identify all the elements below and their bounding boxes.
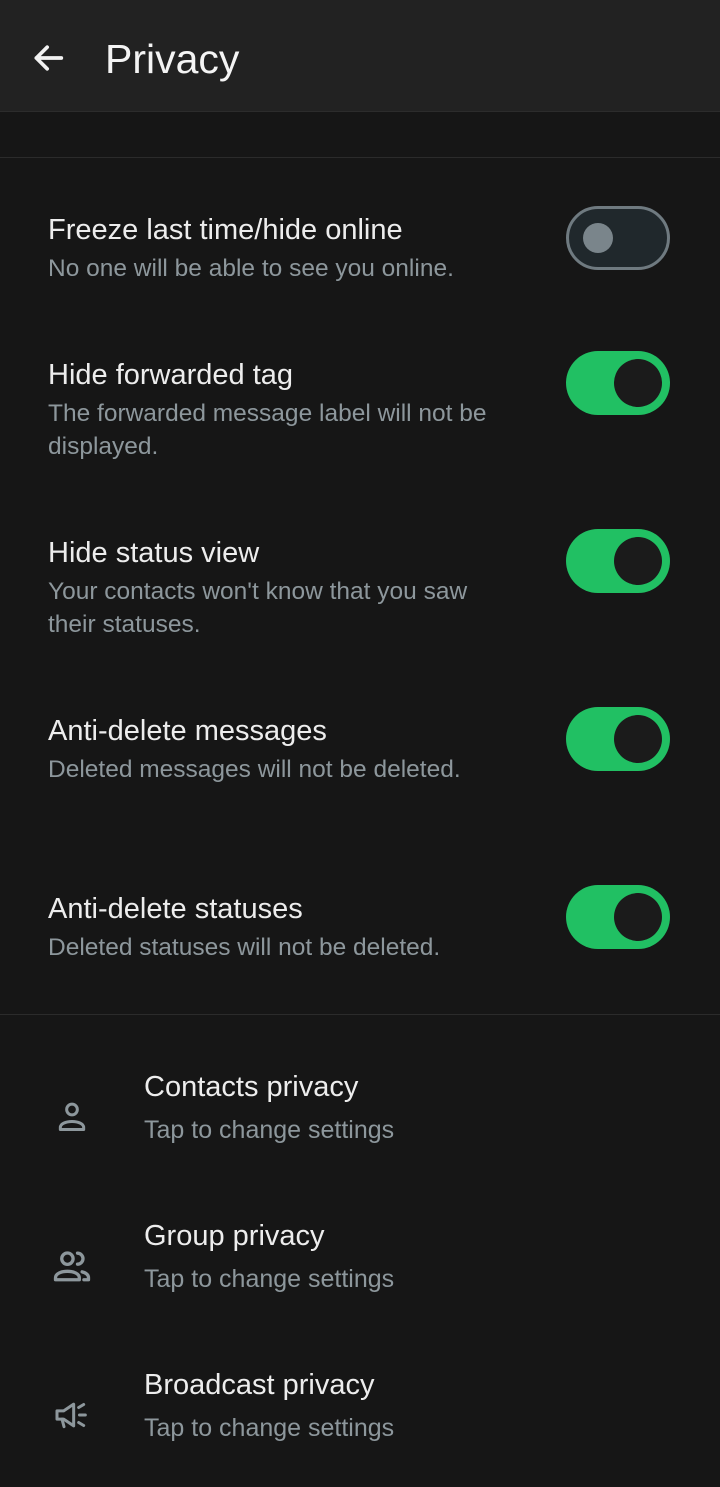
setting-title: Freeze last time/hide online bbox=[48, 214, 403, 246]
anti-delete-messages-toggle[interactable] bbox=[566, 707, 670, 771]
setting-description: Your contacts won't know that you saw th… bbox=[48, 578, 468, 638]
hide-forwarded-tag-toggle[interactable] bbox=[566, 351, 670, 415]
item-subtitle: Tap to change settings bbox=[144, 1414, 395, 1442]
back-button[interactable] bbox=[14, 24, 82, 92]
page-title: Privacy bbox=[105, 36, 240, 82]
group-icon bbox=[48, 1242, 96, 1290]
setting-description: Deleted messages will not be deleted. bbox=[48, 756, 461, 783]
setting-title: Anti-delete messages bbox=[48, 715, 327, 747]
freeze-last-seen-toggle[interactable] bbox=[566, 206, 670, 270]
setting-hide-forwarded-tag[interactable]: Hide forwarded tag The forwarded message… bbox=[0, 351, 720, 487]
toggle-knob bbox=[614, 715, 662, 763]
toggle-knob bbox=[583, 223, 613, 253]
person-icon bbox=[48, 1093, 96, 1141]
setting-freeze-last-seen[interactable]: Freeze last time/hide online No one will… bbox=[0, 206, 720, 312]
item-title: Contacts privacy bbox=[144, 1071, 359, 1103]
setting-description: Deleted statuses will not be deleted. bbox=[48, 934, 441, 961]
toggle-knob bbox=[614, 893, 662, 941]
item-title: Broadcast privacy bbox=[144, 1369, 375, 1401]
broadcast-privacy-item[interactable]: Broadcast privacy Tap to change settings bbox=[0, 1367, 720, 1487]
setting-hide-status-view[interactable]: Hide status view Your contacts won't kno… bbox=[0, 529, 720, 665]
item-subtitle: Tap to change settings bbox=[144, 1265, 395, 1293]
anti-delete-statuses-toggle[interactable] bbox=[566, 885, 670, 949]
item-subtitle: Tap to change settings bbox=[144, 1116, 395, 1144]
setting-anti-delete-messages[interactable]: Anti-delete messages Deleted messages wi… bbox=[0, 707, 720, 843]
section-divider bbox=[0, 157, 720, 158]
megaphone-icon bbox=[48, 1391, 96, 1439]
setting-title: Hide forwarded tag bbox=[48, 359, 294, 391]
toggle-knob bbox=[614, 537, 662, 585]
app-bar: Privacy bbox=[0, 0, 720, 112]
setting-description: The forwarded message label will not be … bbox=[48, 400, 487, 460]
setting-description: No one will be able to see you online. bbox=[48, 255, 454, 282]
hide-status-view-toggle[interactable] bbox=[566, 529, 670, 593]
toggle-knob bbox=[614, 359, 662, 407]
setting-title: Hide status view bbox=[48, 537, 260, 569]
section-divider bbox=[0, 1014, 720, 1015]
arrow-left-icon bbox=[34, 45, 64, 71]
group-privacy-item[interactable]: Group privacy Tap to change settings bbox=[0, 1218, 720, 1338]
setting-anti-delete-statuses[interactable]: Anti-delete statuses Deleted statuses wi… bbox=[0, 885, 720, 991]
contacts-privacy-item[interactable]: Contacts privacy Tap to change settings bbox=[0, 1069, 720, 1189]
item-title: Group privacy bbox=[144, 1220, 325, 1252]
setting-title: Anti-delete statuses bbox=[48, 893, 303, 925]
